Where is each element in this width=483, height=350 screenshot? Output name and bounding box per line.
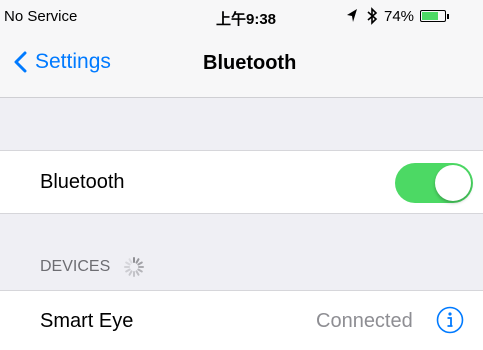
battery-percent: 74% [384, 7, 415, 25]
location-arrow-icon [347, 9, 357, 22]
battery-fill [422, 12, 439, 20]
status-bar: No Service 上午9:38 74% [0, 0, 483, 36]
carrier-label: No Service [4, 8, 78, 25]
navigation-bar: Settings Bluetooth [0, 36, 483, 98]
page-title: Bluetooth [203, 52, 297, 74]
bluetooth-icon [367, 7, 378, 25]
status-indicators: 74% [346, 7, 450, 25]
bluetooth-label: Bluetooth [40, 171, 125, 193]
device-name: Smart Eye [40, 310, 134, 332]
devices-header-label: DEVICES [40, 258, 111, 275]
bluetooth-toggle[interactable] [395, 163, 473, 203]
toggle-knob [435, 165, 471, 201]
device-row[interactable]: Smart Eye Connected [0, 290, 483, 350]
battery-nub [447, 14, 450, 19]
info-icon[interactable] [436, 306, 464, 334]
devices-section-header: DEVICES [40, 255, 146, 279]
spinner-icon [124, 257, 145, 277]
bluetooth-row: Bluetooth [0, 150, 483, 214]
chevron-left-icon [14, 51, 27, 73]
status-time: 上午9:38 [216, 11, 277, 28]
back-button[interactable]: Settings [14, 50, 111, 74]
device-status: Connected [316, 310, 413, 332]
back-button-label: Settings [35, 50, 111, 73]
battery-icon [420, 10, 450, 22]
